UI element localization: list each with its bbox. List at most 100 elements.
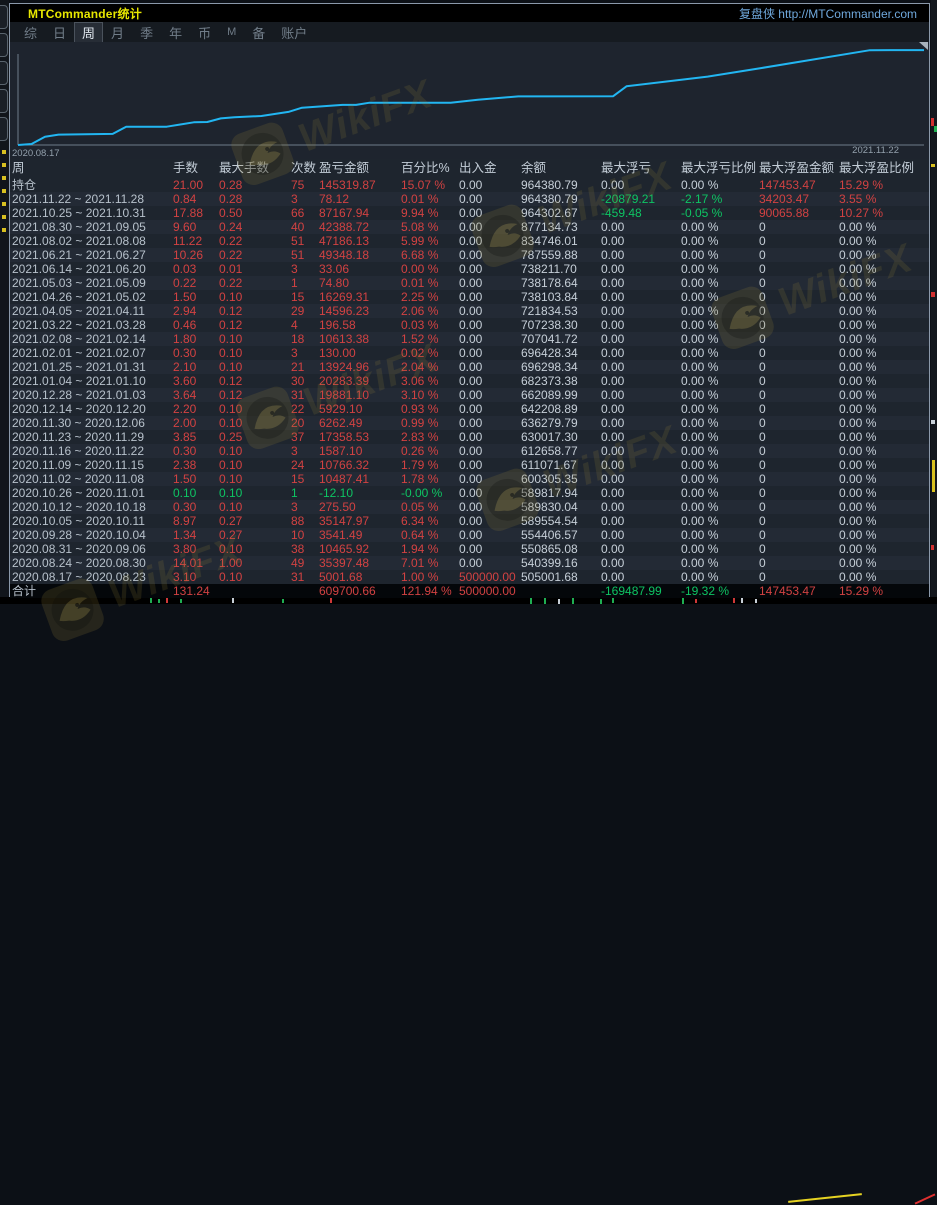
menu-item-10[interactable]: 账户 bbox=[273, 22, 315, 43]
table-row[interactable]: 2020.10.05 ~ 2020.10.118.970.278835147.9… bbox=[10, 514, 929, 528]
table-cell: 550865.08 bbox=[519, 542, 599, 556]
menu-item-4[interactable]: 月 bbox=[103, 22, 132, 43]
table-row[interactable]: 2021.01.04 ~ 2021.01.103.600.123020283.3… bbox=[10, 374, 929, 388]
table-cell: 5.99 % bbox=[399, 234, 457, 248]
table-cell: 0.00 bbox=[457, 248, 519, 262]
table-row[interactable]: 2021.08.30 ~ 2021.09.059.600.244042388.7… bbox=[10, 220, 929, 234]
table-row[interactable]: 2020.10.26 ~ 2020.11.010.100.101-12.10-0… bbox=[10, 486, 929, 500]
menu-item-1[interactable]: 综 bbox=[16, 22, 45, 43]
table-cell: 66 bbox=[289, 206, 317, 220]
table-row[interactable]: 2020.11.02 ~ 2020.11.081.500.101510487.4… bbox=[10, 472, 929, 486]
table-row[interactable]: 2021.11.22 ~ 2021.11.280.840.28378.120.0… bbox=[10, 192, 929, 206]
table-cell: 500000.00 bbox=[457, 584, 519, 598]
table-row[interactable]: 2021.04.26 ~ 2021.05.021.500.101516269.3… bbox=[10, 290, 929, 304]
table-cell: 738103.84 bbox=[519, 290, 599, 304]
table-cell: 0.00 bbox=[457, 458, 519, 472]
menu-item-5[interactable]: 季 bbox=[132, 22, 161, 43]
background-candle bbox=[530, 598, 532, 604]
table-cell: 2020.11.02 ~ 2020.11.08 bbox=[10, 472, 171, 486]
table-row[interactable]: 2021.01.25 ~ 2021.01.312.100.102113924.9… bbox=[10, 360, 929, 374]
table-row[interactable]: 2021.06.21 ~ 2021.06.2710.260.225149348.… bbox=[10, 248, 929, 262]
background-toolbar-button bbox=[0, 33, 8, 57]
menu-item-9[interactable]: 备 bbox=[244, 22, 273, 43]
table-row[interactable]: 2020.10.12 ~ 2020.10.180.300.103275.500.… bbox=[10, 500, 929, 514]
table-cell: 589817.94 bbox=[519, 486, 599, 500]
table-cell: 611071.67 bbox=[519, 458, 599, 472]
table-cell: 0.00 bbox=[599, 346, 679, 360]
table-cell: 3.80 bbox=[171, 542, 217, 556]
background-candle bbox=[150, 598, 152, 603]
table-cell: 0.00 bbox=[457, 346, 519, 360]
table-cell: 2021.01.04 ~ 2021.01.10 bbox=[10, 374, 171, 388]
table-cell: 14.01 bbox=[171, 556, 217, 570]
table-row[interactable]: 2020.11.16 ~ 2020.11.220.300.1031587.100… bbox=[10, 444, 929, 458]
table-row[interactable]: 2021.03.22 ~ 2021.03.280.460.124196.580.… bbox=[10, 318, 929, 332]
background-mark bbox=[931, 164, 935, 167]
table-cell: 10465.92 bbox=[317, 542, 399, 556]
table-cell: 0.00 bbox=[457, 206, 519, 220]
table-cell: 540399.16 bbox=[519, 556, 599, 570]
menu-item-6[interactable]: 年 bbox=[161, 22, 190, 43]
menu-item-7[interactable]: 币 bbox=[190, 22, 219, 43]
table-row[interactable]: 2020.08.24 ~ 2020.08.3014.011.004935397.… bbox=[10, 556, 929, 570]
table-cell: 0 bbox=[757, 500, 837, 514]
table-cell: 0.00 % bbox=[399, 262, 457, 276]
background-candle bbox=[572, 598, 574, 604]
table-cell: 636279.79 bbox=[519, 416, 599, 430]
table-cell: 0.00 % bbox=[837, 430, 929, 444]
table-cell: 0.01 % bbox=[399, 276, 457, 290]
table-row[interactable]: 2021.04.05 ~ 2021.04.112.940.122914596.2… bbox=[10, 304, 929, 318]
table-row[interactable]: 2021.06.14 ~ 2021.06.200.030.01333.060.0… bbox=[10, 262, 929, 276]
table-cell: 0.00 % bbox=[837, 388, 929, 402]
menu-item-3[interactable]: 周 bbox=[74, 22, 103, 43]
table-cell: 196.58 bbox=[317, 318, 399, 332]
table-cell: 0.00 bbox=[457, 444, 519, 458]
menu-bar: 综日周月季年币M备账户 bbox=[10, 22, 929, 42]
table-row[interactable]: 2020.11.30 ~ 2020.12.062.000.10206262.49… bbox=[10, 416, 929, 430]
table-row[interactable]: 持仓21.000.2875145319.8715.07 %0.00964380.… bbox=[10, 178, 929, 192]
table-header-cell: 最大手数 bbox=[217, 159, 289, 178]
table-cell: 0.00 % bbox=[679, 290, 757, 304]
table-cell: 49348.18 bbox=[317, 248, 399, 262]
table-cell: 630017.30 bbox=[519, 430, 599, 444]
table-row[interactable]: 2021.08.02 ~ 2021.08.0811.220.225147186.… bbox=[10, 234, 929, 248]
table-row[interactable]: 2020.09.28 ~ 2020.10.041.340.27103541.49… bbox=[10, 528, 929, 542]
table-cell: 0.00 bbox=[599, 500, 679, 514]
table-row[interactable]: 2020.08.17 ~ 2020.08.233.100.10315001.68… bbox=[10, 570, 929, 584]
menu-item-8[interactable]: M bbox=[219, 25, 244, 39]
table-cell: 10766.32 bbox=[317, 458, 399, 472]
table-row[interactable]: 2021.10.25 ~ 2021.10.3117.880.506687167.… bbox=[10, 206, 929, 220]
table-cell: -2.17 % bbox=[679, 192, 757, 206]
table-cell: 0.00 % bbox=[679, 402, 757, 416]
window-titlebar[interactable]: MTCommander统计 复盘侠 http://MTCommander.com bbox=[10, 4, 929, 22]
table-cell: 0 bbox=[757, 262, 837, 276]
table-cell: 0.00 bbox=[599, 248, 679, 262]
menu-item-2[interactable]: 日 bbox=[45, 22, 74, 43]
table-cell: 3 bbox=[289, 262, 317, 276]
table-cell: 0.24 bbox=[217, 220, 289, 234]
table-cell: 0.10 bbox=[217, 416, 289, 430]
table-row[interactable]: 2020.12.28 ~ 2021.01.033.640.123119881.1… bbox=[10, 388, 929, 402]
background-candle bbox=[741, 598, 743, 603]
table-cell: 0.00 bbox=[457, 318, 519, 332]
brand-link[interactable]: 复盘侠 http://MTCommander.com bbox=[739, 5, 917, 22]
table-row[interactable]: 2021.02.08 ~ 2021.02.141.800.101810613.3… bbox=[10, 332, 929, 346]
table-row[interactable]: 2020.11.09 ~ 2020.11.152.380.102410766.3… bbox=[10, 458, 929, 472]
table-row[interactable]: 2020.08.31 ~ 2020.09.063.800.103810465.9… bbox=[10, 542, 929, 556]
table-cell: 2.06 % bbox=[399, 304, 457, 318]
table-cell: 51 bbox=[289, 248, 317, 262]
table-cell: 2021.02.08 ~ 2021.02.14 bbox=[10, 332, 171, 346]
table-cell: 3.64 bbox=[171, 388, 217, 402]
table-cell: 2.20 bbox=[171, 402, 217, 416]
table-row[interactable]: 2020.11.23 ~ 2020.11.293.850.253717358.5… bbox=[10, 430, 929, 444]
table-cell: 3.55 % bbox=[837, 192, 929, 206]
table-cell: 0 bbox=[757, 472, 837, 486]
table-row[interactable]: 2021.02.01 ~ 2021.02.070.300.103130.000.… bbox=[10, 346, 929, 360]
table-row[interactable]: 2021.05.03 ~ 2021.05.090.220.22174.800.0… bbox=[10, 276, 929, 290]
table-cell: 0.00 bbox=[457, 360, 519, 374]
table-cell: 2020.08.17 ~ 2020.08.23 bbox=[10, 570, 171, 584]
table-cell: -20879.21 bbox=[599, 192, 679, 206]
resize-grip-icon[interactable] bbox=[919, 42, 928, 50]
table-row[interactable]: 2020.12.14 ~ 2020.12.202.200.10225929.10… bbox=[10, 402, 929, 416]
table-cell: 90065.88 bbox=[757, 206, 837, 220]
